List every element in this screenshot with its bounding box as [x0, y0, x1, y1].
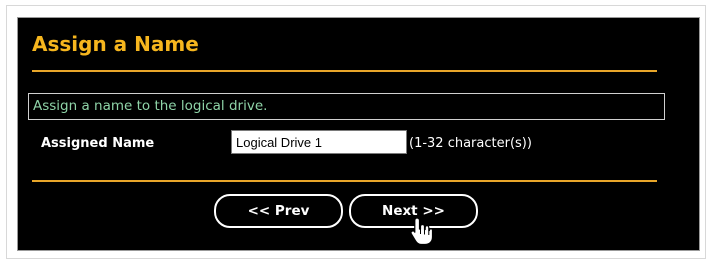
title-divider [32, 70, 657, 72]
form-divider [32, 180, 657, 182]
prev-button[interactable]: << Prev [214, 194, 343, 228]
info-text: Assign a name to the logical drive. [33, 98, 268, 114]
assigned-name-input[interactable] [231, 130, 407, 154]
assigned-name-hint: (1-32 character(s)) [409, 136, 532, 151]
hand-pointer-icon [410, 217, 433, 246]
assign-name-panel: Assign a Name Assign a name to the logic… [17, 17, 700, 251]
page-title: Assign a Name [32, 32, 199, 56]
info-bar: Assign a name to the logical drive. [28, 93, 665, 120]
assigned-name-label: Assigned Name [41, 136, 155, 151]
